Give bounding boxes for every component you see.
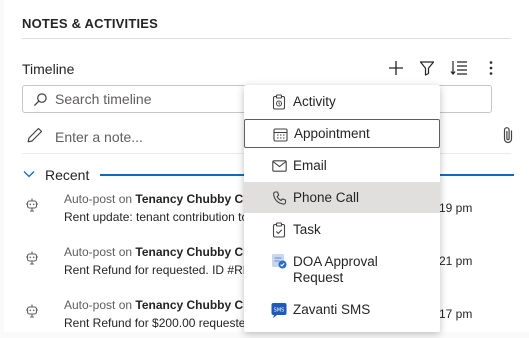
add-button[interactable] xyxy=(383,55,409,81)
menu-item-label: Activity xyxy=(293,94,336,109)
menu-item-appointment[interactable]: Appointment xyxy=(244,119,440,148)
item-title: Auto-post on Tenancy Chubby Chee xyxy=(64,192,264,206)
item-text: Rent Refund for requested. ID #RR- xyxy=(64,263,256,277)
calendar-icon xyxy=(272,126,288,142)
menu-item-label: Email xyxy=(293,158,327,173)
item-title: Auto-post on Tenancy Chubby Chee xyxy=(64,245,264,259)
item-time: 21 pm xyxy=(439,254,473,268)
menu-item-label: Phone Call xyxy=(293,190,360,205)
auto-post-icon xyxy=(24,249,40,270)
menu-item-zavanti-sms[interactable]: SMS Zavanti SMS xyxy=(244,295,440,325)
clipboard-icon xyxy=(271,94,287,110)
note-placeholder: Enter a note... xyxy=(55,129,143,145)
menu-item-email[interactable]: Email xyxy=(244,151,440,181)
item-title: Auto-post on Tenancy Chubby Chee xyxy=(64,298,264,312)
more-vertical-icon xyxy=(489,61,493,75)
menu-item-label: DOA Approval Request xyxy=(293,254,378,285)
menu-item-label: Appointment xyxy=(294,126,370,141)
divider xyxy=(22,38,511,39)
pencil-icon xyxy=(27,127,43,148)
add-activity-menu: Activity Appointment Email Phone Call Ta xyxy=(244,85,440,332)
menu-item-phone-call[interactable]: Phone Call xyxy=(244,182,440,213)
sms-icon: SMS xyxy=(271,302,287,318)
recent-label: Recent xyxy=(45,167,90,183)
search-placeholder: Search timeline xyxy=(55,91,152,107)
doa-approval-icon xyxy=(271,253,287,269)
item-time: 17 pm xyxy=(439,307,473,321)
svg-text:SMS: SMS xyxy=(274,308,285,314)
notes-activities-panel: NOTES & ACTIVITIES Timeline Search timel… xyxy=(4,0,529,332)
section-title: NOTES & ACTIVITIES xyxy=(22,16,159,31)
sort-icon xyxy=(450,61,467,75)
item-time: 19 pm xyxy=(439,201,473,215)
menu-item-label: Zavanti SMS xyxy=(293,302,371,317)
item-text: Rent update: tenant contribution to xyxy=(64,210,249,224)
filter-button[interactable] xyxy=(414,55,440,81)
mail-icon xyxy=(271,158,287,174)
item-text: Rent Refund for $200.00 requested. xyxy=(64,316,256,330)
attachment-icon[interactable] xyxy=(502,126,514,149)
plus-icon xyxy=(389,61,403,75)
phone-icon xyxy=(271,190,287,206)
sort-button[interactable] xyxy=(446,55,472,81)
menu-item-activity[interactable]: Activity xyxy=(244,87,440,117)
menu-item-task[interactable]: Task xyxy=(244,215,440,245)
auto-post-icon xyxy=(24,196,40,217)
chevron-down-icon xyxy=(22,167,36,186)
filter-icon xyxy=(419,61,435,76)
timeline-label: Timeline xyxy=(22,61,75,77)
menu-item-label: Task xyxy=(293,222,321,237)
more-button[interactable] xyxy=(478,55,504,81)
search-icon xyxy=(33,92,48,112)
auto-post-icon xyxy=(24,302,40,323)
task-icon xyxy=(271,222,287,238)
menu-item-doa-approval-request[interactable]: DOA Approval Request xyxy=(244,249,440,289)
